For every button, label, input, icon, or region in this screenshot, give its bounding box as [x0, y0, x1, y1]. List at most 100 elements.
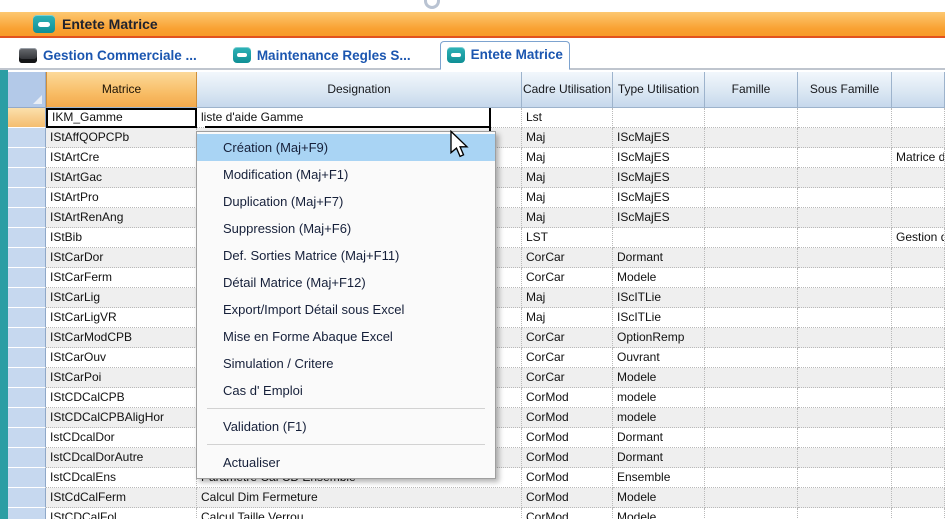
- cell-designation[interactable]: Calcul Dim Fermeture: [197, 488, 522, 508]
- cell-matrice[interactable]: IKM_Gamme: [46, 108, 197, 128]
- tab-gestion-commerciale[interactable]: Gestion Commerciale ...: [12, 42, 204, 68]
- context-menu-item[interactable]: Mise en Forme Abaque Excel: [197, 323, 495, 350]
- cell-cadre-utilisation[interactable]: CorMod: [522, 488, 613, 508]
- cell-type-utilisation[interactable]: Modele: [613, 508, 705, 519]
- cell-famille[interactable]: [705, 408, 798, 428]
- cell-famille[interactable]: [705, 188, 798, 208]
- cell-cadre-utilisation[interactable]: CorCar: [522, 368, 613, 388]
- cell-sous-famille[interactable]: [798, 468, 892, 488]
- column-header-extra[interactable]: [892, 72, 945, 108]
- cell-cadre-utilisation[interactable]: Maj: [522, 128, 613, 148]
- cell-matrice[interactable]: IStCarPoi: [46, 368, 197, 388]
- cell-type-utilisation[interactable]: modele: [613, 408, 705, 428]
- cell-sous-famille[interactable]: [798, 308, 892, 328]
- cell-extra[interactable]: Gestion d: [892, 228, 945, 248]
- cell-cadre-utilisation[interactable]: CorCar: [522, 348, 613, 368]
- cell-type-utilisation[interactable]: Ouvrant: [613, 348, 705, 368]
- cell-matrice[interactable]: IStCarModCPB: [46, 328, 197, 348]
- cell-sous-famille[interactable]: [798, 128, 892, 148]
- cell-type-utilisation[interactable]: IScMajES: [613, 208, 705, 228]
- cell-cadre-utilisation[interactable]: CorMod: [522, 468, 613, 488]
- cell-sous-famille[interactable]: [798, 428, 892, 448]
- column-header-cadre[interactable]: Cadre Utilisation: [522, 72, 613, 108]
- context-menu-item[interactable]: Actualiser: [197, 449, 495, 476]
- cell-extra[interactable]: [892, 368, 945, 388]
- cell-cadre-utilisation[interactable]: CorCar: [522, 268, 613, 288]
- cell-extra[interactable]: [892, 268, 945, 288]
- row-header[interactable]: [8, 148, 46, 168]
- context-menu-item[interactable]: Suppression (Maj+F6): [197, 215, 495, 242]
- cell-cadre-utilisation[interactable]: Maj: [522, 148, 613, 168]
- column-header-sous[interactable]: Sous Famille: [798, 72, 892, 108]
- cell-famille[interactable]: [705, 448, 798, 468]
- row-header[interactable]: [8, 308, 46, 328]
- cell-extra[interactable]: [892, 428, 945, 448]
- window-handle-icon[interactable]: [424, 0, 440, 9]
- context-menu-item[interactable]: Validation (F1): [197, 413, 495, 440]
- row-header[interactable]: [8, 328, 46, 348]
- cell-cadre-utilisation[interactable]: CorCar: [522, 248, 613, 268]
- cell-extra[interactable]: [892, 208, 945, 228]
- cell-famille[interactable]: [705, 488, 798, 508]
- cell-famille[interactable]: [705, 208, 798, 228]
- cell-sous-famille[interactable]: [798, 368, 892, 388]
- cell-type-utilisation[interactable]: IScMajES: [613, 168, 705, 188]
- cell-famille[interactable]: [705, 128, 798, 148]
- cell-matrice[interactable]: IstCDcalDorAutre: [46, 448, 197, 468]
- cell-extra[interactable]: [892, 188, 945, 208]
- cell-extra[interactable]: [892, 468, 945, 488]
- cell-extra[interactable]: [892, 348, 945, 368]
- cell-matrice[interactable]: IStCarLig: [46, 288, 197, 308]
- cell-type-utilisation[interactable]: IScMajES: [613, 128, 705, 148]
- cell-famille[interactable]: [705, 368, 798, 388]
- cell-designation[interactable]: liste d'aide Gamme: [197, 108, 522, 128]
- row-header[interactable]: [8, 368, 46, 388]
- cell-sous-famille[interactable]: [798, 248, 892, 268]
- cell-matrice[interactable]: IStArtRenAng: [46, 208, 197, 228]
- row-header[interactable]: [8, 348, 46, 368]
- row-header[interactable]: [8, 248, 46, 268]
- cell-cadre-utilisation[interactable]: CorCar: [522, 328, 613, 348]
- row-header[interactable]: [8, 168, 46, 188]
- cell-extra[interactable]: [892, 108, 945, 128]
- cell-matrice[interactable]: IStArtCre: [46, 148, 197, 168]
- cell-matrice[interactable]: IStArtPro: [46, 188, 197, 208]
- cell-sous-famille[interactable]: [798, 168, 892, 188]
- row-header[interactable]: [8, 268, 46, 288]
- cell-cadre-utilisation[interactable]: Maj: [522, 308, 613, 328]
- cell-sous-famille[interactable]: [798, 188, 892, 208]
- cell-cadre-utilisation[interactable]: CorMod: [522, 448, 613, 468]
- row-header[interactable]: [8, 108, 46, 128]
- row-header[interactable]: [8, 128, 46, 148]
- cell-famille[interactable]: [705, 428, 798, 448]
- cell-famille[interactable]: [705, 328, 798, 348]
- column-header-desig[interactable]: Designation: [197, 72, 522, 108]
- cell-extra[interactable]: [892, 248, 945, 268]
- column-header-fam[interactable]: Famille: [705, 72, 798, 108]
- cell-sous-famille[interactable]: [798, 268, 892, 288]
- cell-cadre-utilisation[interactable]: Maj: [522, 188, 613, 208]
- cell-sous-famille[interactable]: [798, 488, 892, 508]
- cell-sous-famille[interactable]: [798, 448, 892, 468]
- cell-type-utilisation[interactable]: IScITLie: [613, 288, 705, 308]
- cell-famille[interactable]: [705, 148, 798, 168]
- cell-matrice[interactable]: IStCDCalCPB: [46, 388, 197, 408]
- cell-type-utilisation[interactable]: Modele: [613, 268, 705, 288]
- left-splitter-bar[interactable]: [0, 70, 8, 519]
- cell-cadre-utilisation[interactable]: Maj: [522, 288, 613, 308]
- cell-matrice[interactable]: IStCarDor: [46, 248, 197, 268]
- cell-extra[interactable]: [892, 408, 945, 428]
- cell-famille[interactable]: [705, 288, 798, 308]
- cell-designation[interactable]: Calcul Taille Verrou: [197, 508, 522, 519]
- cell-famille[interactable]: [705, 508, 798, 519]
- cell-type-utilisation[interactable]: Modele: [613, 488, 705, 508]
- cell-cadre-utilisation[interactable]: CorMod: [522, 408, 613, 428]
- row-header[interactable]: [8, 448, 46, 468]
- cell-sous-famille[interactable]: [798, 508, 892, 519]
- cell-type-utilisation[interactable]: [613, 228, 705, 248]
- cell-type-utilisation[interactable]: Dormant: [613, 448, 705, 468]
- cell-matrice[interactable]: IStArtGac: [46, 168, 197, 188]
- cell-sous-famille[interactable]: [798, 228, 892, 248]
- cell-extra[interactable]: [892, 388, 945, 408]
- cell-sous-famille[interactable]: [798, 348, 892, 368]
